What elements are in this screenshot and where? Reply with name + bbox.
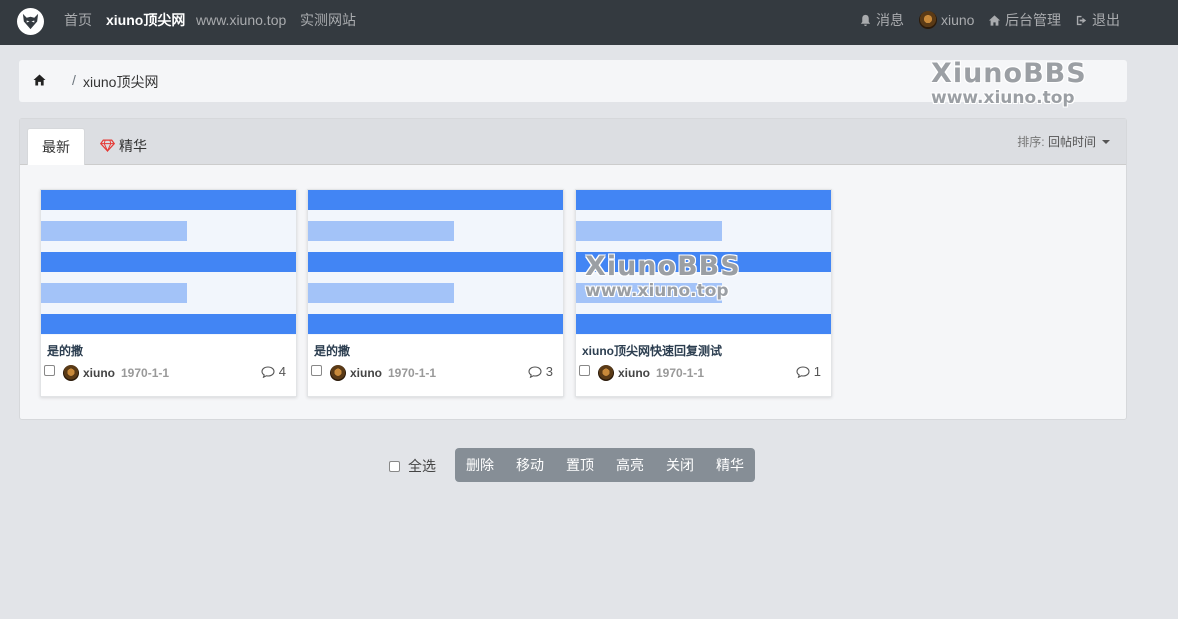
tab-digest-label: 精华 bbox=[119, 138, 147, 154]
avatar[interactable] bbox=[598, 365, 614, 381]
thread-card[interactable]: XiunoBBS www.xiuno.top xiuno顶尖网快速回复测试 xi… bbox=[575, 189, 832, 397]
thread-title[interactable]: 是的撒 bbox=[314, 342, 350, 359]
thread-checkbox[interactable] bbox=[44, 365, 55, 376]
close-button[interactable]: 关闭 bbox=[655, 448, 705, 482]
delete-button[interactable]: 删除 bbox=[455, 448, 505, 482]
nav-user[interactable]: xiuno bbox=[919, 11, 974, 29]
avatar[interactable] bbox=[63, 365, 79, 381]
select-all-checkbox[interactable] bbox=[389, 460, 400, 472]
watermark-logo: XiunoBBS www.xiuno.top bbox=[931, 60, 1087, 107]
top-navbar: 首页 xiuno顶尖网 www.xiuno.top 实测网站 消息 xiuno … bbox=[0, 0, 1178, 45]
thread-reply-count: 3 bbox=[528, 364, 553, 379]
tab-latest[interactable]: 最新 bbox=[27, 128, 85, 165]
logout-label: 退出 bbox=[1092, 12, 1120, 28]
thread-list-card: 最新 精华 排序: 回帖时间 是的撒 xiuno 1970-1-1 4 是的撒 … bbox=[19, 118, 1127, 420]
comment-icon bbox=[796, 365, 810, 378]
digest-button[interactable]: 精华 bbox=[705, 448, 755, 482]
reply-count: 3 bbox=[545, 364, 553, 379]
thread-checkbox[interactable] bbox=[311, 365, 322, 376]
thread-title[interactable]: 是的撒 bbox=[47, 342, 83, 359]
tab-digest[interactable]: 精华 bbox=[86, 128, 161, 165]
diamond-icon bbox=[100, 139, 115, 152]
sticky-button[interactable]: 置顶 bbox=[555, 448, 605, 482]
bell-icon bbox=[860, 14, 871, 26]
thread-thumbnail bbox=[41, 190, 296, 335]
watermark-title: XiunoBBS bbox=[585, 251, 741, 282]
moderation-button-group: 删除 移动 置顶 高亮 关闭 精华 bbox=[455, 448, 755, 482]
comment-icon bbox=[261, 365, 275, 378]
thread-author[interactable]: xiuno bbox=[83, 366, 115, 380]
admin-label: 后台管理 bbox=[1005, 12, 1061, 28]
sort-value: 回帖时间 bbox=[1047, 135, 1096, 149]
wolf-logo-icon bbox=[22, 13, 39, 30]
thread-checkbox[interactable] bbox=[579, 365, 590, 376]
thread-reply-count: 1 bbox=[796, 364, 821, 379]
thread-author[interactable]: xiuno bbox=[350, 366, 382, 380]
nav-test-link[interactable]: 实测网站 bbox=[300, 11, 356, 29]
reply-count: 4 bbox=[278, 364, 286, 379]
site-logo[interactable] bbox=[17, 8, 44, 35]
watermark-url: www.xiuno.top bbox=[931, 88, 1075, 108]
comment-icon bbox=[528, 365, 542, 378]
thread-date: 1970-1-1 bbox=[656, 366, 705, 380]
thread-card[interactable]: 是的撒 xiuno 1970-1-1 4 bbox=[40, 189, 297, 397]
thread-thumbnail bbox=[308, 190, 563, 335]
nav-logout[interactable]: 退出 bbox=[1075, 11, 1120, 29]
thread-author[interactable]: xiuno bbox=[618, 366, 650, 380]
nav-admin[interactable]: 后台管理 bbox=[988, 11, 1061, 29]
thread-list-header: 最新 精华 排序: 回帖时间 bbox=[20, 119, 1126, 165]
home-icon[interactable] bbox=[33, 74, 46, 86]
select-all[interactable]: 全选 bbox=[389, 456, 436, 476]
nav-messages[interactable]: 消息 bbox=[859, 11, 904, 29]
caret-down-icon bbox=[1102, 140, 1110, 144]
thread-title[interactable]: xiuno顶尖网快速回复测试 bbox=[582, 342, 722, 359]
reply-count: 1 bbox=[813, 364, 821, 379]
thread-reply-count: 4 bbox=[261, 364, 286, 379]
highlight-button[interactable]: 高亮 bbox=[605, 448, 655, 482]
move-button[interactable]: 移动 bbox=[505, 448, 555, 482]
avatar[interactable] bbox=[330, 365, 346, 381]
nav-home-link[interactable]: 首页 bbox=[64, 11, 92, 29]
thread-date: 1970-1-1 bbox=[121, 366, 170, 380]
watermark-title: XiunoBBS bbox=[931, 58, 1087, 89]
watermark-url: www.xiuno.top bbox=[585, 281, 729, 301]
breadcrumb-separator: / bbox=[72, 72, 76, 88]
sort-dropdown[interactable]: 排序: 回帖时间 bbox=[1017, 133, 1110, 150]
nav-site-link[interactable]: xiuno顶尖网 bbox=[106, 11, 185, 29]
home-icon bbox=[988, 14, 1001, 26]
thread-thumbnail: XiunoBBS www.xiuno.top bbox=[576, 190, 831, 335]
logout-icon bbox=[1076, 15, 1087, 25]
user-avatar bbox=[919, 11, 937, 29]
nav-url-link[interactable]: www.xiuno.top bbox=[196, 11, 286, 29]
thumbnail-watermark: XiunoBBS www.xiuno.top bbox=[585, 253, 741, 300]
breadcrumb-current[interactable]: xiuno顶尖网 bbox=[83, 72, 158, 92]
thread-card[interactable]: 是的撒 xiuno 1970-1-1 3 bbox=[307, 189, 564, 397]
select-all-label: 全选 bbox=[408, 458, 436, 474]
messages-label: 消息 bbox=[876, 12, 904, 28]
thread-date: 1970-1-1 bbox=[388, 366, 437, 380]
username-label: xiuno bbox=[941, 12, 975, 28]
sort-label: 排序: bbox=[1017, 135, 1045, 149]
